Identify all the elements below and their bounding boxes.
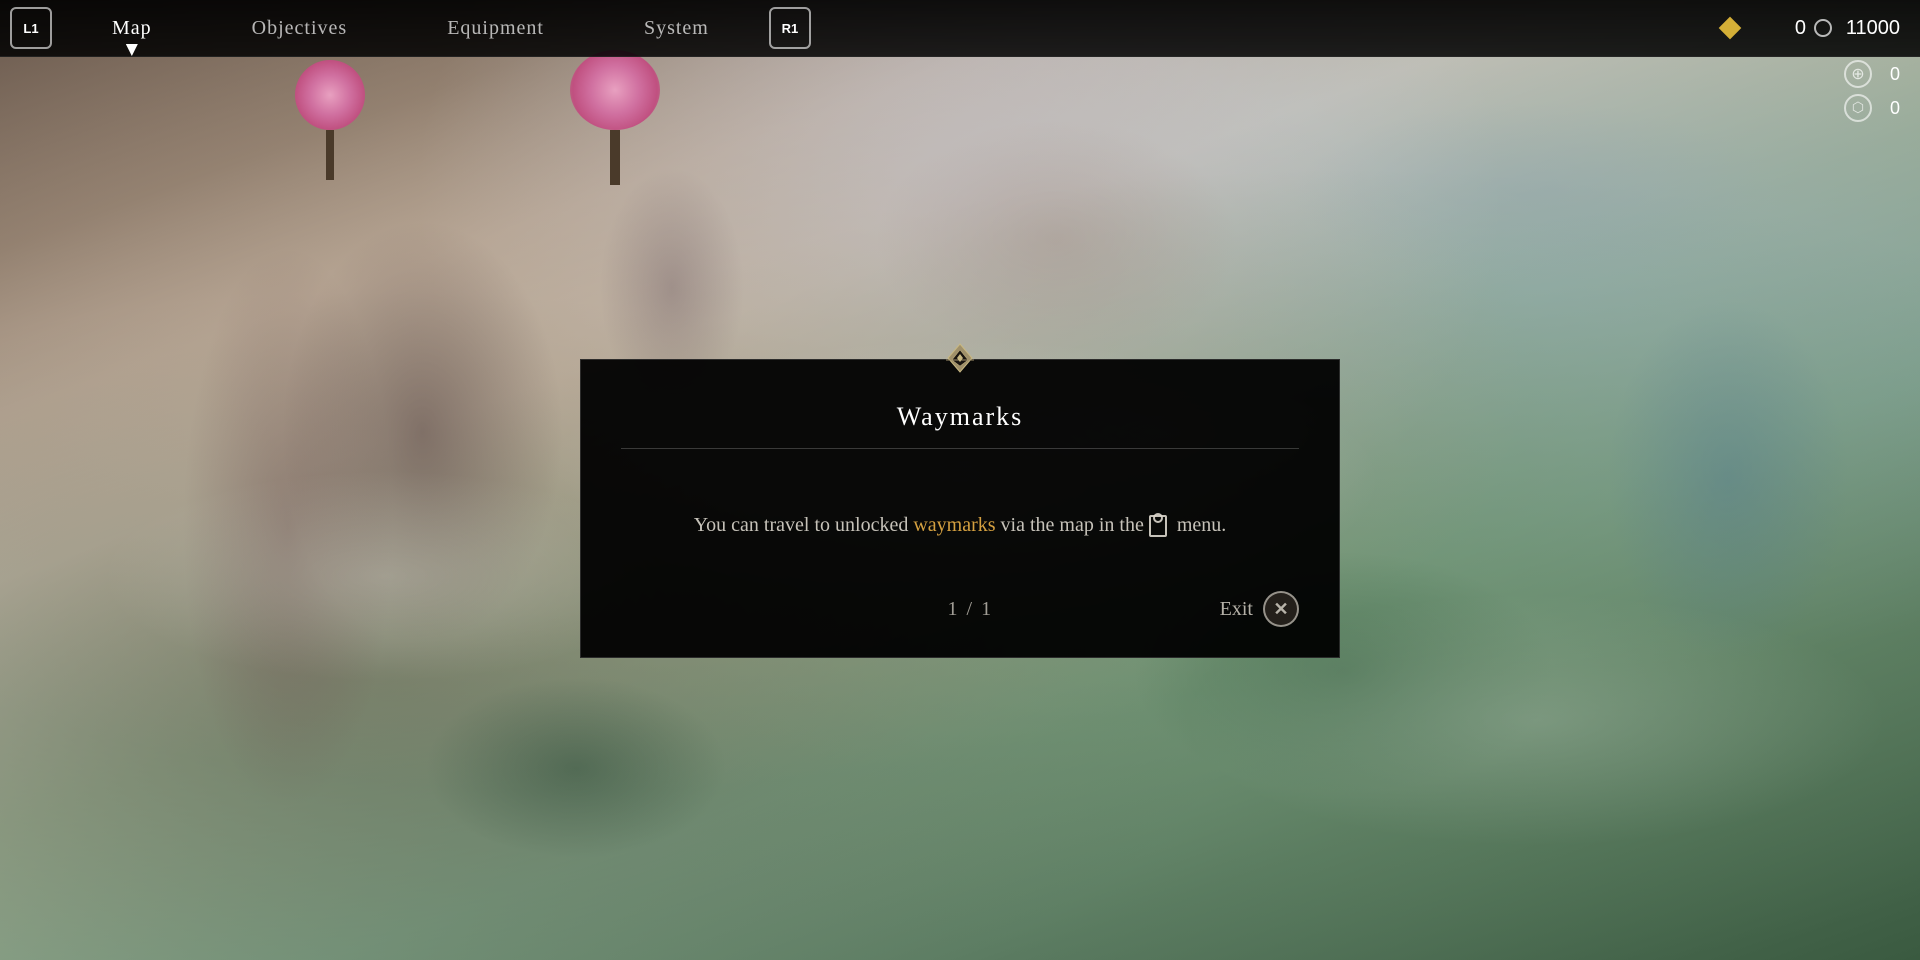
diamond-icon: [1719, 17, 1742, 40]
system-menu-icon: [1148, 513, 1168, 539]
main-currency-value: 11000: [1840, 17, 1900, 40]
l1-button[interactable]: L1: [10, 7, 52, 49]
exit-button[interactable]: Exit ✕: [1220, 591, 1299, 627]
body-text-2: via the map in the: [996, 514, 1144, 536]
tab-system[interactable]: System: [594, 0, 759, 56]
modal-overlay: Waymarks You can travel to unlocked waym…: [0, 57, 1920, 960]
exit-icon: ✕: [1263, 591, 1299, 627]
modal-title: Waymarks: [581, 382, 1339, 448]
tab-map[interactable]: Map: [62, 0, 202, 56]
modal-deco-top: [581, 342, 1339, 382]
body-text-1: You can travel to unlocked: [694, 514, 914, 536]
body-highlight: waymarks: [913, 514, 995, 536]
exit-label: Exit: [1220, 598, 1253, 621]
body-text-3: menu.: [1172, 514, 1226, 536]
r1-button[interactable]: R1: [769, 7, 811, 49]
diamond-value: 0: [1746, 17, 1806, 40]
currency-display: 0 11000: [1722, 17, 1900, 40]
top-navigation: L1 Map Objectives Equipment System R1 0 …: [0, 0, 1920, 57]
modal-top-decoration: [920, 342, 1000, 382]
modal-footer: 1 / 1 Exit ✕: [581, 581, 1339, 637]
tab-objectives[interactable]: Objectives: [202, 0, 398, 56]
tab-equipment[interactable]: Equipment: [397, 0, 594, 56]
currency-circle-icon: [1814, 19, 1832, 37]
modal-content: You can travel to unlocked waymarks via …: [581, 449, 1339, 581]
nav-tabs: Map Objectives Equipment System: [62, 0, 759, 56]
page-indicator: 1 / 1: [721, 598, 1220, 621]
waymarks-modal: Waymarks You can travel to unlocked waym…: [580, 359, 1340, 658]
modal-body-text: You can travel to unlocked waymarks via …: [641, 509, 1279, 541]
